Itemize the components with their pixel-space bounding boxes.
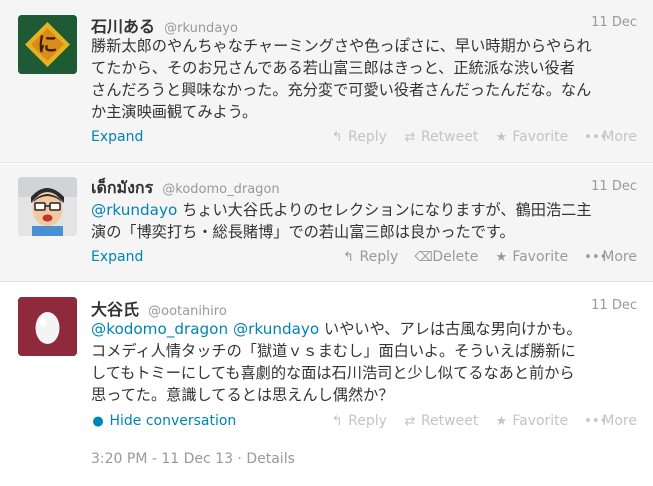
expand-link[interactable]: Expand xyxy=(91,129,143,145)
tweet-actions: ↰ Reply ⌫ Delete ★ Favorite ••• More xyxy=(342,249,637,265)
username[interactable]: @ootanihiro xyxy=(148,304,227,319)
retweet-icon: ⇄ xyxy=(404,413,416,429)
reply-button[interactable]: ↰ Reply xyxy=(330,129,387,145)
reply-icon: ↰ xyxy=(343,249,354,265)
tweet-text-line: コメディ人情タッチの「獄道ｖｓまむし」面白いよ。そういえば勝新に xyxy=(91,342,576,360)
retweet-label: Retweet xyxy=(420,413,479,429)
tweet-date[interactable]: 11 Dec xyxy=(591,298,637,313)
reply-label: Reply xyxy=(348,413,387,429)
conversation-feed: に 石川ある @rkundayo 11 Dec 勝新太郎のやんちゃなチャーミング… xyxy=(0,0,653,486)
default-egg-avatar xyxy=(18,297,77,356)
mention-link[interactable]: @rkundayo xyxy=(91,201,177,219)
avatar-cartoon-image xyxy=(18,177,77,236)
favorite-button[interactable]: ★ Favorite xyxy=(494,249,569,265)
tweet-text-line: してもトミーにしても喜劇的な面は石川浩司と少し似てるなあと前から xyxy=(91,364,575,382)
tweet-actions: ↰ Reply ⇄ Retweet ★ Favorite ••• More xyxy=(330,413,637,429)
trash-icon: ⌫ xyxy=(414,249,433,265)
retweet-label: Retweet xyxy=(420,129,479,145)
retweet-button[interactable]: ⇄ Retweet xyxy=(403,413,479,429)
reply-icon: ↰ xyxy=(331,413,343,429)
more-dots-icon: ••• xyxy=(584,249,608,265)
tweet-text-line: 演の「博奕打ち・総長賭博」での若山富三郎は良かったです。 xyxy=(91,223,515,241)
favorite-label: Favorite xyxy=(512,249,569,265)
username[interactable]: @kodomo_dragon xyxy=(162,182,279,197)
tweet-text-line: @kodomo_dragon @rkundayo いやいや、アレは古風な男向けか… xyxy=(91,318,641,340)
tweet-header: 石川ある @rkundayo xyxy=(91,13,238,36)
hide-conversation-link[interactable]: ● Hide conversation xyxy=(91,413,236,429)
favorite-button[interactable]: ★ Favorite xyxy=(494,413,569,429)
reply-button[interactable]: ↰ Reply xyxy=(330,413,387,429)
tweet-text-line: 思ってた。意識してるとは思えんし偶然か？ xyxy=(91,386,394,404)
more-button[interactable]: ••• More xyxy=(584,249,637,265)
tweet-text-line: 勝新太郎のやんちゃなチャーミングさや色っぽさに、早い時期からやられ xyxy=(91,37,592,55)
display-name[interactable]: 石川ある xyxy=(91,17,155,36)
tweet-text: @rkundayo ちょい大谷氏よりのセレクションになりますが、鶴田浩二主 演の… xyxy=(91,199,641,243)
reply-label: Reply xyxy=(348,129,387,145)
tweet-text-line: さんだろうと興味なかった。充分変で可愛い役者さんだったんだな。なん xyxy=(91,81,592,99)
avatar[interactable] xyxy=(18,297,77,356)
more-label: More xyxy=(602,129,637,145)
tweet-text-fragment: ちょい大谷氏よりのセレクションになりますが、鶴田浩二主 xyxy=(177,201,592,219)
more-button[interactable]: ••• More xyxy=(584,129,637,145)
star-icon: ★ xyxy=(495,129,508,145)
mention-link[interactable]: @kodomo_dragon xyxy=(91,320,228,338)
delete-button[interactable]: ⌫ Delete xyxy=(414,249,478,265)
tweet-text-line: てたから、そのお兄さんである若山富三郎はきっと、正統派な渋い役者 xyxy=(91,59,575,77)
avatar[interactable] xyxy=(18,177,77,236)
tweet-text-fragment: いやいや、アレは古風な男向けかも。 xyxy=(319,320,582,338)
reply-icon: ↰ xyxy=(331,129,343,145)
avatar-logo-image: に xyxy=(18,15,77,74)
mention-link[interactable]: @rkundayo xyxy=(233,320,319,338)
display-name[interactable]: 大谷氏 xyxy=(91,300,139,319)
more-dots-icon: ••• xyxy=(584,413,608,429)
tweet-text-line: @rkundayo ちょい大谷氏よりのセレクションになりますが、鶴田浩二主 xyxy=(91,199,641,221)
tweet-header: 大谷氏 @ootanihiro xyxy=(91,296,227,319)
speech-bubble-icon: ● xyxy=(92,414,104,429)
tweet-text: @kodomo_dragon @rkundayo いやいや、アレは古風な男向けか… xyxy=(91,318,641,406)
reply-button[interactable]: ↰ Reply xyxy=(342,249,399,265)
tweet-actions: ↰ Reply ⇄ Retweet ★ Favorite ••• More xyxy=(330,129,637,145)
avatar[interactable]: に xyxy=(18,15,77,74)
tweet-timestamp-row: 3:20 PM - 11 Dec 13 · Details xyxy=(91,451,295,467)
favorite-label: Favorite xyxy=(512,129,569,145)
star-icon: ★ xyxy=(495,249,508,265)
more-label: More xyxy=(602,413,637,429)
tweet-timestamp: 3:20 PM - 11 Dec 13 xyxy=(91,451,233,467)
tweet-header: เด็กมังกร @kodomo_dragon xyxy=(91,176,280,198)
delete-label: Delete xyxy=(432,249,479,265)
tweet-text-line: か主演映画観てみよう。 xyxy=(91,103,258,121)
favorite-button[interactable]: ★ Favorite xyxy=(494,129,569,145)
details-link[interactable]: Details xyxy=(246,451,295,467)
retweet-button[interactable]: ⇄ Retweet xyxy=(403,129,479,145)
display-name[interactable]: เด็กมังกร xyxy=(91,178,153,197)
expand-link[interactable]: Expand xyxy=(91,249,143,265)
more-dots-icon: ••• xyxy=(584,129,608,145)
favorite-label: Favorite xyxy=(512,413,569,429)
tweet-text: 勝新太郎のやんちゃなチャーミングさや色っぽさに、早い時期からやられ てたから、そ… xyxy=(91,35,641,123)
star-icon: ★ xyxy=(495,413,508,429)
username[interactable]: @rkundayo xyxy=(164,21,238,36)
more-button[interactable]: ••• More xyxy=(584,413,637,429)
more-label: More xyxy=(602,249,637,265)
tweet-date[interactable]: 11 Dec xyxy=(591,179,637,194)
tweet-date[interactable]: 11 Dec xyxy=(591,15,637,30)
reply-label: Reply xyxy=(359,249,399,265)
hide-conversation-label: Hide conversation xyxy=(109,413,237,429)
retweet-icon: ⇄ xyxy=(404,129,416,145)
svg-text:に: に xyxy=(38,32,58,56)
separator: · xyxy=(232,451,247,467)
